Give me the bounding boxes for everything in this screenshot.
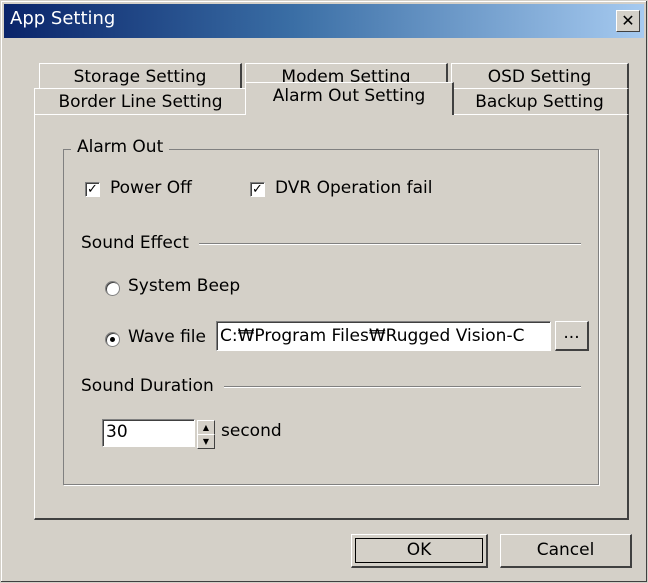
spin-up-button[interactable]: ▲ — [197, 420, 215, 435]
sound-duration-label: Sound Duration — [81, 376, 224, 396]
power-off-label[interactable]: Power Off — [110, 178, 192, 198]
system-beep-label[interactable]: System Beep — [128, 276, 240, 296]
radio-selected-dot — [110, 337, 115, 342]
app-setting-window: App Setting ✕ Storage Setting Modem Sett… — [0, 0, 648, 583]
cancel-button[interactable]: Cancel — [500, 534, 632, 568]
browse-button[interactable]: ... — [555, 321, 589, 351]
spin-up-icon: ▲ — [202, 423, 210, 432]
tab-osd-setting[interactable]: OSD Setting — [451, 63, 629, 90]
power-off-checkbox[interactable]: ✓ — [85, 182, 100, 197]
duration-unit-label: second — [221, 421, 282, 441]
system-beep-radio[interactable] — [105, 281, 120, 296]
tab-storage-setting[interactable]: Storage Setting — [39, 63, 242, 90]
wave-file-radio[interactable] — [105, 332, 120, 347]
sound-effect-label: Sound Effect — [81, 233, 199, 253]
wave-file-label[interactable]: Wave file — [128, 327, 206, 347]
tab-alarm-out-setting[interactable]: Alarm Out Setting — [245, 82, 454, 115]
spin-down-button[interactable]: ▼ — [197, 434, 215, 449]
dvr-operation-fail-checkbox[interactable]: ✓ — [250, 182, 265, 197]
window-title: App Setting — [10, 8, 116, 29]
alarm-out-group-label: Alarm Out — [71, 137, 170, 157]
tab-border-line-setting[interactable]: Border Line Setting — [34, 88, 248, 115]
check-icon: ✓ — [87, 182, 98, 197]
dvr-operation-fail-label[interactable]: DVR Operation fail — [275, 178, 433, 198]
duration-input[interactable]: 30 — [102, 419, 195, 447]
check-icon: ✓ — [252, 182, 263, 197]
close-button[interactable]: ✕ — [616, 10, 640, 32]
title-bar[interactable]: App Setting ✕ — [4, 4, 644, 38]
spin-down-icon: ▼ — [202, 437, 210, 446]
ok-button[interactable]: OK — [351, 534, 488, 568]
tab-backup-setting[interactable]: Backup Setting — [451, 88, 629, 115]
wave-file-path-input[interactable]: C:₩Program Files₩Rugged Vision-C — [216, 321, 551, 351]
alarm-out-tab-panel: Alarm Out ✓ Power Off ✓ DVR Operation fa… — [34, 114, 629, 520]
close-icon: ✕ — [621, 11, 635, 30]
